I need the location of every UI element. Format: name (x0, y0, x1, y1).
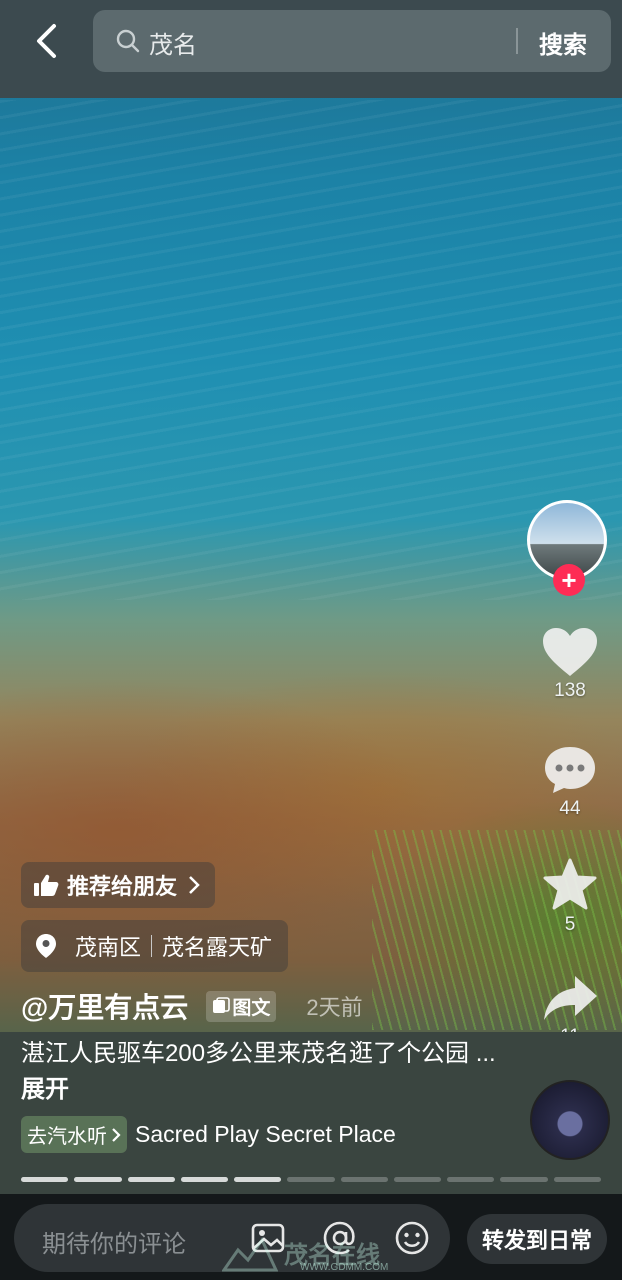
location-pin-icon (36, 934, 56, 958)
plus-icon: + (561, 565, 577, 595)
search-bar[interactable]: 茂名 搜索 (93, 10, 611, 72)
watermark-url: WWW.GDMM.COM (300, 1262, 389, 1273)
description-text: 湛江人民驱车200多公里来茂名逛了个公园 ... (21, 1040, 496, 1067)
author-row: @万里有点云 图文 2天前 (21, 986, 363, 1026)
author-name[interactable]: @万里有点云 (21, 986, 188, 1026)
star-icon (543, 858, 597, 910)
music-app-label: 去汽水听 (27, 1126, 107, 1148)
comment-placeholder: 期待你的评论 (42, 1231, 186, 1258)
comment-button[interactable]: 44 (537, 744, 603, 820)
back-button[interactable] (30, 22, 62, 60)
location-district: 茂南区 (75, 935, 142, 960)
open-in-music-app-button[interactable]: 去汽水听 (21, 1116, 127, 1153)
progress-segment (340, 1177, 388, 1182)
music-title: Sacred Play Secret Place (135, 1121, 396, 1147)
progress-segment (447, 1177, 495, 1182)
post-description: 湛江人民驱车200多公里来茂名逛了个公园 ... 展开 (21, 1036, 501, 1108)
location-tag[interactable]: 茂南区 茂名露天矿 (21, 920, 289, 972)
expand-button[interactable]: 展开 (21, 1076, 69, 1103)
progress-segment (21, 1177, 69, 1182)
recommend-to-friends-button[interactable]: 推荐给朋友 (21, 862, 216, 908)
comment-icon (545, 747, 595, 793)
favorite-count: 5 (564, 914, 576, 935)
music-disc[interactable] (530, 1080, 610, 1160)
divider (516, 28, 518, 54)
chevron-right-icon (189, 876, 200, 894)
like-button[interactable]: 138 (537, 626, 603, 702)
divider (151, 935, 153, 957)
post-type-badge: 图文 (206, 990, 277, 1022)
progress-segment (180, 1177, 229, 1182)
search-button[interactable]: 搜索 (539, 25, 587, 60)
recommend-label: 推荐给朋友 (67, 874, 178, 899)
chevron-left-icon (37, 24, 56, 58)
search-input[interactable]: 茂名 (149, 25, 197, 60)
progress-segment (127, 1177, 175, 1182)
music-row[interactable]: 去汽水听 Sacred Play Secret Place (21, 1116, 396, 1153)
watermark-logo-icon (222, 1237, 278, 1272)
follow-button[interactable]: + (553, 564, 585, 596)
progress-segment (393, 1177, 442, 1182)
image-post-icon (213, 997, 231, 1013)
progress-segment (234, 1177, 282, 1182)
post-type-label: 图文 (232, 997, 271, 1019)
thumbs-up-icon (34, 874, 59, 896)
share-to-daily-label: 转发到日常 (481, 1228, 592, 1253)
progress-segment (287, 1177, 335, 1182)
search-icon (116, 29, 140, 53)
location-place: 茂名露天矿 (162, 935, 273, 960)
progress-segment (500, 1177, 548, 1182)
comment-count: 44 (559, 798, 581, 819)
image-progress-indicator (21, 1177, 601, 1182)
heart-icon (543, 628, 597, 676)
share-to-daily-button[interactable]: 转发到日常 (467, 1214, 607, 1264)
progress-segment (74, 1177, 122, 1182)
chevron-right-icon (112, 1127, 121, 1142)
progress-segment (553, 1177, 601, 1182)
post-time: 2天前 (306, 995, 363, 1020)
favorite-button[interactable]: 5 (537, 858, 603, 936)
like-count: 138 (554, 680, 586, 701)
share-arrow-icon (544, 976, 597, 1020)
emoji-icon[interactable] (394, 1220, 430, 1256)
